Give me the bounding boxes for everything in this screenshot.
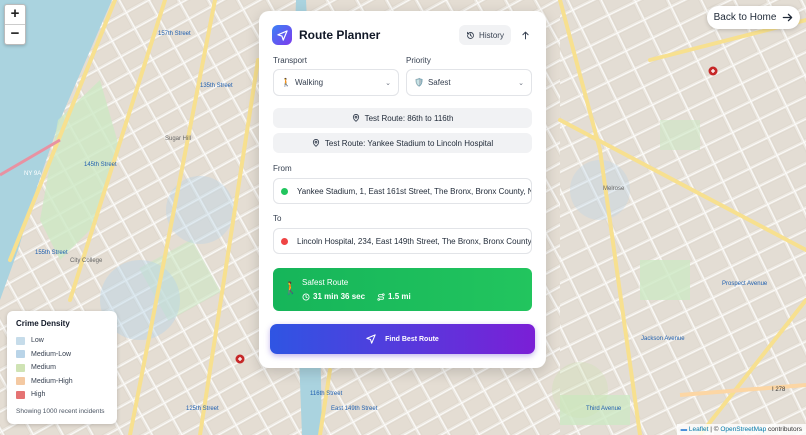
origin-dot-icon [281, 187, 288, 195]
navigation-icon [272, 25, 292, 45]
map-label: Prospect Avenue [722, 281, 768, 287]
arrow-right-icon [783, 13, 793, 22]
chevron-down-icon: ⌄ [385, 79, 391, 87]
legend-swatch [16, 363, 25, 372]
legend-title: Crime Density [16, 319, 70, 328]
map-attribution: ▬ Leaflet | © OpenStreetMap contributors [676, 424, 806, 435]
back-to-home-button[interactable]: Back to Home [707, 6, 800, 29]
legend-swatch [16, 336, 25, 345]
legend-item-label: Medium-Low [31, 350, 72, 358]
panel-title: Route Planner [299, 28, 381, 42]
legend-swatch [16, 350, 25, 359]
zoom-in-button[interactable]: + [5, 5, 25, 25]
route-distance-icon [377, 292, 385, 301]
transport-value: Walking [294, 78, 324, 87]
leaflet-link[interactable]: Leaflet [689, 426, 709, 433]
map-pin-icon [352, 114, 359, 122]
priority-label: Priority [406, 56, 431, 65]
to-label: To [273, 214, 282, 223]
history-label: History [479, 30, 504, 40]
legend-item: Low [16, 334, 117, 348]
to-field[interactable] [273, 228, 532, 254]
map-label: Third Avenue [586, 406, 622, 412]
legend-swatch [16, 377, 25, 386]
route-planner-panel: Route Planner History Transport Priority… [259, 11, 546, 368]
attribution-suffix: contributors [766, 426, 802, 433]
walking-icon: 🚶 [281, 78, 291, 87]
arrow-up-icon [521, 31, 529, 39]
transport-label: Transport [273, 56, 307, 65]
legend-item-label: Medium [31, 364, 56, 372]
panel-header: Route Planner [272, 25, 380, 45]
map-label: 145th Street [84, 162, 117, 168]
zoom-control: + − [4, 4, 26, 45]
transport-select[interactable]: 🚶 Walking ⌄ [273, 69, 399, 96]
legend-swatch [16, 390, 25, 399]
route-result-title: Safest Route [302, 278, 349, 287]
walking-icon: 🚶 [283, 281, 298, 295]
osm-link[interactable]: OpenStreetMap [720, 426, 766, 433]
priority-select[interactable]: 🛡️ Safest ⌄ [406, 69, 532, 96]
legend-item: Medium-High [16, 375, 117, 389]
legend-item-label: Medium-High [31, 377, 73, 385]
hospital-marker[interactable] [235, 354, 245, 364]
map-label: 116th Street [310, 391, 343, 397]
back-to-home-label: Back to Home [713, 12, 777, 23]
hospital-marker[interactable] [708, 66, 718, 76]
test-route-86-116-button[interactable]: Test Route: 86th to 116th [273, 108, 532, 128]
route-distance: 1.5 mi [388, 292, 411, 301]
chevron-down-icon: ⌄ [518, 79, 524, 87]
map-label: East 149th Street [331, 406, 378, 412]
shield-icon: 🛡️ [414, 78, 424, 87]
map-label: Sugar Hill [165, 136, 191, 142]
map-label: 157th Street [158, 31, 191, 37]
history-button[interactable]: History [459, 25, 511, 45]
navigation-icon [366, 334, 376, 344]
test-route-yankee-lincoln-button[interactable]: Test Route: Yankee Stadium to Lincoln Ho… [273, 133, 532, 153]
from-input[interactable] [297, 186, 531, 196]
map-label: 155th Street [35, 250, 68, 256]
zoom-out-button[interactable]: − [5, 25, 25, 44]
test-route-1-label: Test Route: 86th to 116th [364, 113, 454, 123]
attribution-separator: | © [708, 426, 721, 433]
legend-item-label: Low [31, 337, 44, 345]
find-best-route-label: Find Best Route [385, 335, 439, 343]
map-label: I 278 [772, 387, 786, 393]
priority-value: Safest [427, 78, 451, 87]
map-label: 135th Street [200, 83, 233, 89]
map-label: 125th Street [186, 406, 219, 412]
route-duration: 31 min 36 sec [313, 292, 366, 301]
map-label: Melrose [603, 186, 625, 192]
map-label: City College [70, 258, 103, 264]
legend-item-label: High [31, 391, 46, 399]
map-label: Jackson Avenue [641, 336, 685, 342]
route-result-card[interactable]: 🚶 Safest Route 31 min 36 sec 1.5 mi [273, 268, 532, 311]
clock-icon [302, 293, 310, 300]
legend-note: Showing 1000 recent incidents [16, 407, 105, 415]
destination-dot-icon [281, 237, 288, 245]
find-best-route-button[interactable]: Find Best Route [270, 324, 535, 354]
map-label: NY 9A [24, 171, 41, 177]
map-pin-icon [312, 139, 319, 147]
from-label: From [273, 164, 292, 173]
crime-density-legend: Crime Density Low Medium-Low Medium Medium-… [7, 311, 117, 424]
route-result-meta: 31 min 36 sec 1.5 mi [302, 292, 411, 301]
legend-item: High [16, 388, 117, 402]
legend-item: Medium [16, 361, 117, 375]
to-input[interactable] [297, 236, 531, 246]
legend-item: Medium-Low [16, 348, 117, 362]
test-route-2-label: Test Route: Yankee Stadium to Lincoln Ho… [324, 138, 494, 148]
collapse-button[interactable] [515, 25, 535, 45]
from-field[interactable] [273, 178, 532, 204]
history-icon [467, 31, 474, 39]
